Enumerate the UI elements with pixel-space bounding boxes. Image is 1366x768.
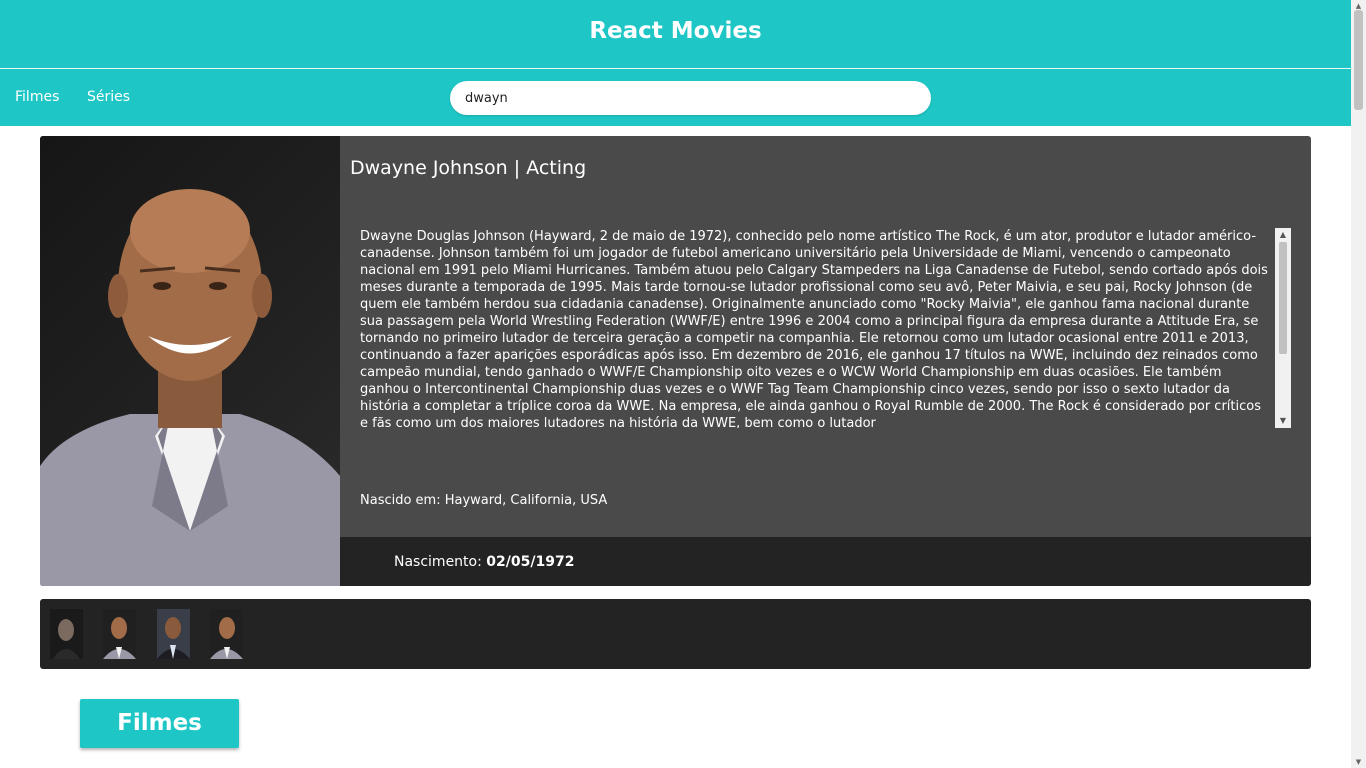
birthplace-text: Nascido em: Hayward, California, USA — [360, 493, 608, 508]
app-title: React Movies — [589, 18, 762, 44]
scroll-down-icon[interactable]: ▼ — [1278, 416, 1288, 426]
biography-text: Dwayne Douglas Johnson (Hayward, 2 de ma… — [360, 229, 1268, 428]
person-heading: Dwayne Johnson | Acting — [350, 157, 587, 179]
birth-label: Nascimento: — [394, 554, 482, 570]
gallery-thumbnail[interactable] — [157, 609, 190, 659]
person-card: Dwayne Johnson | Acting Dwayne Douglas J… — [40, 136, 1311, 586]
biography-box[interactable]: Dwayne Douglas Johnson (Hayward, 2 de ma… — [360, 228, 1291, 428]
tab-filmes[interactable]: Filmes — [80, 699, 239, 748]
birth-bar: Nascimento: 02/05/1972 — [340, 537, 1311, 586]
photo-gallery — [40, 599, 1311, 669]
page-scrollbar[interactable]: ▲ ▼ — [1351, 0, 1366, 768]
page-scroll-down-icon[interactable]: ▼ — [1354, 758, 1363, 766]
biography-scroll-thumb[interactable] — [1279, 242, 1287, 354]
search-input[interactable] — [450, 81, 931, 115]
gallery-thumbnail[interactable] — [50, 609, 83, 659]
gallery-thumbnail[interactable] — [210, 609, 243, 659]
scroll-up-icon[interactable]: ▲ — [1278, 230, 1288, 240]
page-scroll-up-icon[interactable]: ▲ — [1354, 2, 1363, 10]
person-photo — [40, 136, 340, 586]
page-scroll-thumb[interactable] — [1354, 10, 1363, 110]
person-info: Dwayne Johnson | Acting Dwayne Douglas J… — [340, 136, 1311, 586]
app-header: React Movies — [0, 0, 1351, 69]
nav-bar: Filmes Séries — [0, 69, 1351, 126]
birth-date: Nascimento: 02/05/1972 — [394, 554, 574, 570]
gallery-thumbnail[interactable] — [103, 609, 136, 659]
biography-scrollbar[interactable]: ▲ ▼ — [1275, 228, 1291, 428]
birth-date-value: 02/05/1972 — [486, 554, 575, 570]
nav-link-filmes[interactable]: Filmes — [15, 89, 59, 105]
nav-link-series[interactable]: Séries — [87, 89, 130, 105]
